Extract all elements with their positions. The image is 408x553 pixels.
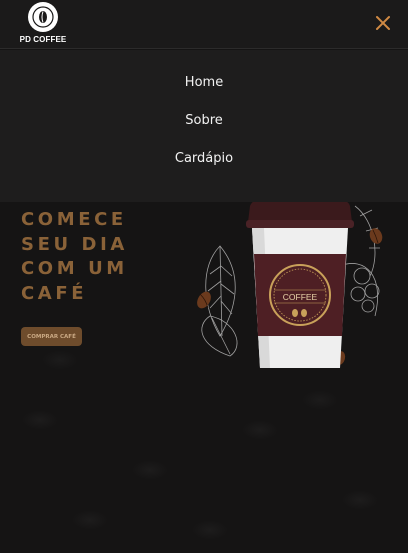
mobile-nav-menu: Home Sobre Cardápio xyxy=(0,50,408,202)
logo-text: PD COFFEE xyxy=(19,35,67,44)
logo[interactable]: PD COFFEE xyxy=(18,2,68,46)
header: PD COFFEE xyxy=(0,0,408,49)
hero-title-line-2: SEU DIA xyxy=(21,233,128,255)
hero-title-line-1: COMECE xyxy=(21,209,127,230)
close-menu-button[interactable] xyxy=(372,12,394,34)
coffee-cup-illustration: COFFEE xyxy=(190,196,390,376)
buy-coffee-button[interactable]: COMPRAR CAFÉ xyxy=(21,327,82,346)
nav-item-cardapio[interactable]: Cardápio xyxy=(104,140,304,178)
cup-label: COFFEE xyxy=(283,292,318,302)
hero-title-line-3: COM UM xyxy=(21,258,128,279)
nav-item-sobre[interactable]: Sobre xyxy=(104,102,304,140)
hero-title-line-4: CAFÉ xyxy=(21,282,88,304)
coffee-bean-icon xyxy=(28,2,58,32)
nav-item-home[interactable]: Home xyxy=(104,64,304,102)
close-icon xyxy=(376,16,390,30)
hero-title: COMECE SEU DIA COM UM CAFÉ xyxy=(21,208,191,306)
